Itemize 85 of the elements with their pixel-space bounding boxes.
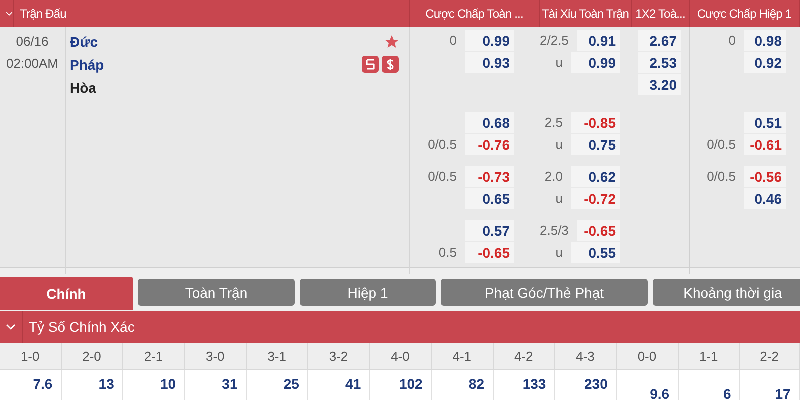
score-odds[interactable]: 7.6	[33, 376, 53, 392]
score-label: 1-0	[20, 348, 40, 364]
document-icon[interactable]	[362, 56, 379, 73]
tab[interactable]: Hiệp 1	[300, 279, 436, 306]
team-name[interactable]: Đức	[70, 34, 98, 50]
handicap-line: u	[556, 191, 564, 206]
chevron-icon[interactable]	[6, 10, 13, 16]
handicap-line: u	[556, 137, 564, 152]
odds-cell[interactable]: 0.91	[576, 30, 620, 51]
score-label: 2-2	[760, 348, 779, 364]
score-label: 0-0	[638, 348, 657, 364]
score-label: 2-0	[82, 348, 102, 364]
odds-cell[interactable]: 0.62	[571, 166, 620, 187]
odds-cell[interactable]: -0.85	[571, 112, 620, 133]
section-title: Tỷ Số Chính Xác	[28, 319, 135, 335]
handicap-line: 2.0	[544, 169, 564, 184]
odds-cell[interactable]: 0.93	[465, 52, 514, 73]
odds-cell[interactable]: 2.67	[638, 30, 681, 51]
score-odds[interactable]: 13	[98, 376, 114, 392]
odds-cell[interactable]: 0.55	[571, 242, 620, 263]
tab[interactable]: Phạt Góc/Thẻ Phạt	[441, 279, 648, 306]
odds-cell[interactable]: -0.56	[744, 166, 786, 187]
score-odds[interactable]: 6	[723, 386, 732, 400]
handicap-line: u	[556, 55, 564, 70]
odds-cell[interactable]: 0.98	[744, 30, 786, 51]
odds-cell[interactable]: -0.65	[465, 242, 514, 263]
score-label: 2-1	[144, 348, 164, 364]
handicap-line: 0/0.5	[428, 169, 458, 184]
odds-cell[interactable]: -0.61	[744, 134, 786, 155]
handicap-line: 0/0.5	[707, 169, 737, 184]
score-odds[interactable]: 17	[775, 386, 791, 400]
odds-cell[interactable]: 0.57	[465, 220, 514, 241]
handicap-line: 2/2.5	[540, 33, 570, 48]
column-header: Trận Đấu	[20, 6, 66, 20]
odds-cell[interactable]: 0.51	[744, 112, 786, 133]
score-odds[interactable]: 82	[468, 376, 484, 392]
team-name[interactable]: Pháp	[70, 56, 104, 72]
score-label: 4-0	[391, 348, 410, 364]
star-icon[interactable]	[385, 34, 399, 48]
odds-cell[interactable]: 0.99	[465, 30, 514, 51]
odds-cell[interactable]: -0.72	[571, 188, 620, 209]
handicap-line: 2.5	[544, 115, 564, 130]
dollar-icon[interactable]	[382, 56, 399, 73]
odds-cell[interactable]: -0.76	[465, 134, 514, 155]
score-odds[interactable]: 41	[346, 376, 362, 392]
odds-cell[interactable]: 0.68	[465, 112, 514, 133]
odds-cell[interactable]: 0.65	[465, 188, 514, 209]
score-label: 3-2	[329, 348, 348, 364]
handicap-line: u	[556, 245, 564, 260]
odds-cell[interactable]: 3.20	[638, 74, 681, 95]
match-time: 02:00AM	[6, 56, 59, 71]
column-header: Cược Chấp Hiệp 1	[697, 6, 792, 20]
draw-label: Hòa	[70, 80, 96, 96]
section-header[interactable]: Tỷ Số Chính Xác	[0, 311, 800, 343]
column-header: Tài Xỉu Toàn Trận	[542, 6, 630, 20]
odds-cell[interactable]: 2.53	[638, 52, 681, 73]
score-odds[interactable]: 25	[284, 376, 300, 392]
odds-cell[interactable]: -0.73	[465, 166, 514, 187]
odds-cell[interactable]: -0.65	[576, 220, 620, 241]
match-date: 06/16	[16, 34, 49, 49]
tab[interactable]: Khoảng thời gia	[653, 279, 800, 306]
score-odds[interactable]: 9.6	[650, 386, 670, 400]
tab[interactable]: Toàn Trận	[138, 279, 295, 306]
odds-cell[interactable]: 0.99	[571, 52, 620, 73]
handicap-line: 0	[728, 33, 737, 48]
score-odds[interactable]: 10	[160, 376, 176, 392]
score-label: 4-3	[576, 348, 595, 364]
column-header: 1X2 Toà...	[636, 6, 686, 20]
handicap-line: 0.5	[438, 245, 458, 260]
odds-cell[interactable]: 0.46	[744, 188, 786, 209]
odds-cell[interactable]: 0.92	[744, 52, 786, 73]
chevron-icon[interactable]	[6, 324, 16, 330]
score-odds[interactable]: 31	[222, 376, 238, 392]
handicap-line: 0/0.5	[707, 137, 737, 152]
score-label: 3-1	[268, 348, 286, 364]
score-label: 4-2	[514, 348, 534, 364]
score-label: 1-1	[700, 348, 718, 364]
handicap-line: 0/0.5	[428, 137, 458, 152]
handicap-line: 0	[450, 33, 458, 48]
column-header: Cược Chấp Toàn ...	[426, 6, 524, 20]
score-label: 4-1	[452, 348, 472, 364]
score-label: 3-0	[206, 348, 225, 364]
odds-cell[interactable]: 0.75	[571, 134, 620, 155]
handicap-line: 2.5/3	[540, 223, 570, 238]
tab[interactable]: Chính	[0, 277, 133, 310]
